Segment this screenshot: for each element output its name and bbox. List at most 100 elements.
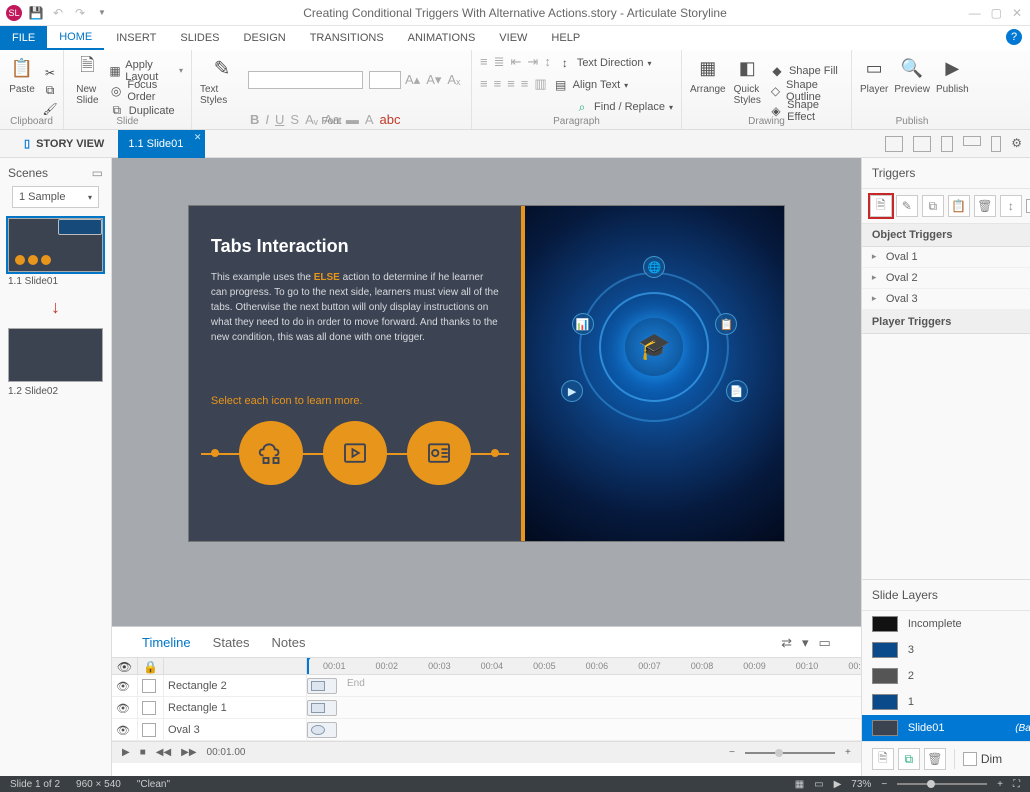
timeline-zoom-slider[interactable] xyxy=(745,752,835,754)
line-spacing-icon[interactable]: ↕ xyxy=(544,54,551,72)
timeline-menu-icon[interactable]: ▾ xyxy=(802,635,809,651)
view-grid-icon[interactable]: ▦ xyxy=(795,779,804,790)
view-preview-icon[interactable]: ▶ xyxy=(834,779,842,790)
tab-home[interactable]: HOME xyxy=(47,26,104,50)
scene-select[interactable]: 1 Sample▾ xyxy=(12,186,99,208)
tab-icon-3[interactable] xyxy=(407,421,471,485)
align-right-icon[interactable]: ≡ xyxy=(507,76,515,94)
dim-checkbox[interactable] xyxy=(963,752,977,766)
player-triggers-header[interactable]: Player Triggers⤢ xyxy=(862,310,1030,334)
align-center-icon[interactable]: ≡ xyxy=(494,76,502,94)
scene-thumb-2[interactable] xyxy=(8,328,103,382)
view-slide-icon[interactable]: ▭ xyxy=(814,779,823,790)
grow-font-icon[interactable]: A▴ xyxy=(405,72,420,88)
numbering-icon[interactable]: ≣ xyxy=(494,54,505,72)
shrink-font-icon[interactable]: A▾ xyxy=(426,72,441,88)
zoom-in-icon[interactable]: + xyxy=(997,779,1003,790)
trigger-oval3[interactable]: Oval 3 xyxy=(862,289,1030,310)
responsive-phone-landscape-icon[interactable] xyxy=(963,136,981,146)
layer-3[interactable]: 3 xyxy=(862,637,1030,663)
align-text-button[interactable]: ▤Align Text▾ xyxy=(553,76,629,94)
layer-incomplete[interactable]: Incomplete xyxy=(862,611,1030,637)
text-direction-button[interactable]: ↕Text Direction▾ xyxy=(557,54,652,72)
tab-help[interactable]: HELP xyxy=(539,26,592,50)
layer-2[interactable]: 2 xyxy=(862,663,1030,689)
object-triggers-header[interactable]: Object Triggers≡ xyxy=(862,224,1030,247)
timeline-link-icon[interactable]: ⇄ xyxy=(781,635,792,651)
paste-trigger-button[interactable]: 📋 xyxy=(948,195,970,217)
redo-icon[interactable]: ↷ xyxy=(72,5,88,21)
responsive-tablet-landscape-icon[interactable] xyxy=(913,136,931,152)
columns-icon[interactable]: ▥ xyxy=(534,76,546,94)
timeline-ruler[interactable]: 00:0100:0200:0300:0400:0500:0600:0700:08… xyxy=(307,658,861,674)
states-tab[interactable]: States xyxy=(213,635,250,651)
minimize-button[interactable]: — xyxy=(969,6,981,20)
find-replace-button[interactable]: ⌕Find / Replace▾ xyxy=(574,98,673,116)
edit-trigger-button[interactable]: ✎ xyxy=(896,195,918,217)
bullets-icon[interactable]: ≡ xyxy=(480,54,488,72)
timeline-row-rect2[interactable]: 👁Rectangle 2 End xyxy=(112,675,861,697)
tab-slides[interactable]: SLIDES xyxy=(168,26,231,50)
zoom-slider[interactable] xyxy=(897,783,987,785)
font-size-select[interactable] xyxy=(369,71,401,89)
stop-button[interactable]: ■ xyxy=(140,747,146,758)
indent-inc-icon[interactable]: ⇥ xyxy=(527,54,538,72)
timeline-tab[interactable]: Timeline xyxy=(142,635,191,651)
fit-icon[interactable]: ⛶ xyxy=(1013,779,1020,790)
text-styles-button[interactable]: ✎Text Styles xyxy=(200,54,244,106)
align-left-icon[interactable]: ≡ xyxy=(480,76,488,94)
responsive-desktop-icon[interactable] xyxy=(885,136,903,152)
scene-thumb-1[interactable] xyxy=(8,218,103,272)
undo-icon[interactable]: ↶ xyxy=(50,5,66,21)
playhead[interactable] xyxy=(307,658,309,674)
timeline-popout-icon[interactable]: ▭ xyxy=(819,635,831,651)
shape-fill-button[interactable]: ◆Shape Fill xyxy=(769,62,843,80)
reorder-trigger-button[interactable]: ↕ xyxy=(1000,195,1022,217)
play-button[interactable]: ▶ xyxy=(122,747,130,758)
scenes-menu-icon[interactable]: ▭ xyxy=(92,166,103,180)
next-button[interactable]: ▶▶ xyxy=(181,747,196,758)
new-layer-button[interactable]: 🗎 xyxy=(872,748,894,770)
delete-trigger-button[interactable]: 🗑 xyxy=(974,195,996,217)
cut-icon[interactable]: ✂ xyxy=(42,65,58,81)
close-button[interactable]: ✕ xyxy=(1012,6,1022,20)
trigger-oval1[interactable]: Oval 1 xyxy=(862,247,1030,268)
duplicate-layer-button[interactable]: ⧉ xyxy=(898,748,920,770)
tab-design[interactable]: DESIGN xyxy=(232,26,298,50)
indent-dec-icon[interactable]: ⇤ xyxy=(511,54,522,72)
maximize-button[interactable]: ▢ xyxy=(991,6,1002,20)
tab-insert[interactable]: INSERT xyxy=(104,26,168,50)
justify-icon[interactable]: ≡ xyxy=(521,76,529,94)
responsive-phone-portrait-icon[interactable] xyxy=(991,136,1001,152)
slide-canvas[interactable]: Tabs Interaction This example uses the E… xyxy=(189,206,784,541)
focus-order-button[interactable]: ◎Focus Order xyxy=(109,82,183,100)
tab-icon-2[interactable] xyxy=(323,421,387,485)
font-family-select[interactable] xyxy=(248,71,363,89)
tab-transitions[interactable]: TRANSITIONS xyxy=(298,26,396,50)
layer-1[interactable]: 1 xyxy=(862,689,1030,715)
notes-tab[interactable]: Notes xyxy=(272,635,306,651)
save-icon[interactable]: 💾 xyxy=(28,5,44,21)
qat-dropdown-icon[interactable]: ▼ xyxy=(94,5,110,21)
close-tab-icon[interactable]: ✕ xyxy=(194,132,202,143)
prev-button[interactable]: ◀◀ xyxy=(156,747,171,758)
timeline-zoom-in-icon[interactable]: + xyxy=(845,747,851,758)
timeline-zoom-out-icon[interactable]: − xyxy=(729,747,735,758)
zoom-out-icon[interactable]: − xyxy=(881,779,887,790)
tab-view[interactable]: VIEW xyxy=(487,26,539,50)
tab-animations[interactable]: ANIMATIONS xyxy=(396,26,488,50)
trigger-oval2[interactable]: Oval 2 xyxy=(862,268,1030,289)
format-painter-icon[interactable]: 🖌 xyxy=(42,101,58,117)
group-checkbox[interactable] xyxy=(1026,199,1030,213)
apply-layout-button[interactable]: ▦Apply Layout▾ xyxy=(109,62,183,80)
settings-gear-icon[interactable]: ⚙ xyxy=(1011,136,1022,152)
delete-layer-button[interactable]: 🗑 xyxy=(924,748,946,770)
copy-icon[interactable]: ⧉ xyxy=(42,83,58,99)
timeline-row-oval3[interactable]: 👁Oval 3 xyxy=(112,719,861,741)
story-view-tab[interactable]: ▯STORY VIEW xyxy=(0,130,118,158)
timeline-row-rect1[interactable]: 👁Rectangle 1 xyxy=(112,697,861,719)
tab-icon-1[interactable] xyxy=(239,421,303,485)
tab-file[interactable]: FILE xyxy=(0,26,47,50)
help-icon[interactable]: ? xyxy=(1006,29,1022,45)
responsive-tablet-portrait-icon[interactable] xyxy=(941,136,953,152)
